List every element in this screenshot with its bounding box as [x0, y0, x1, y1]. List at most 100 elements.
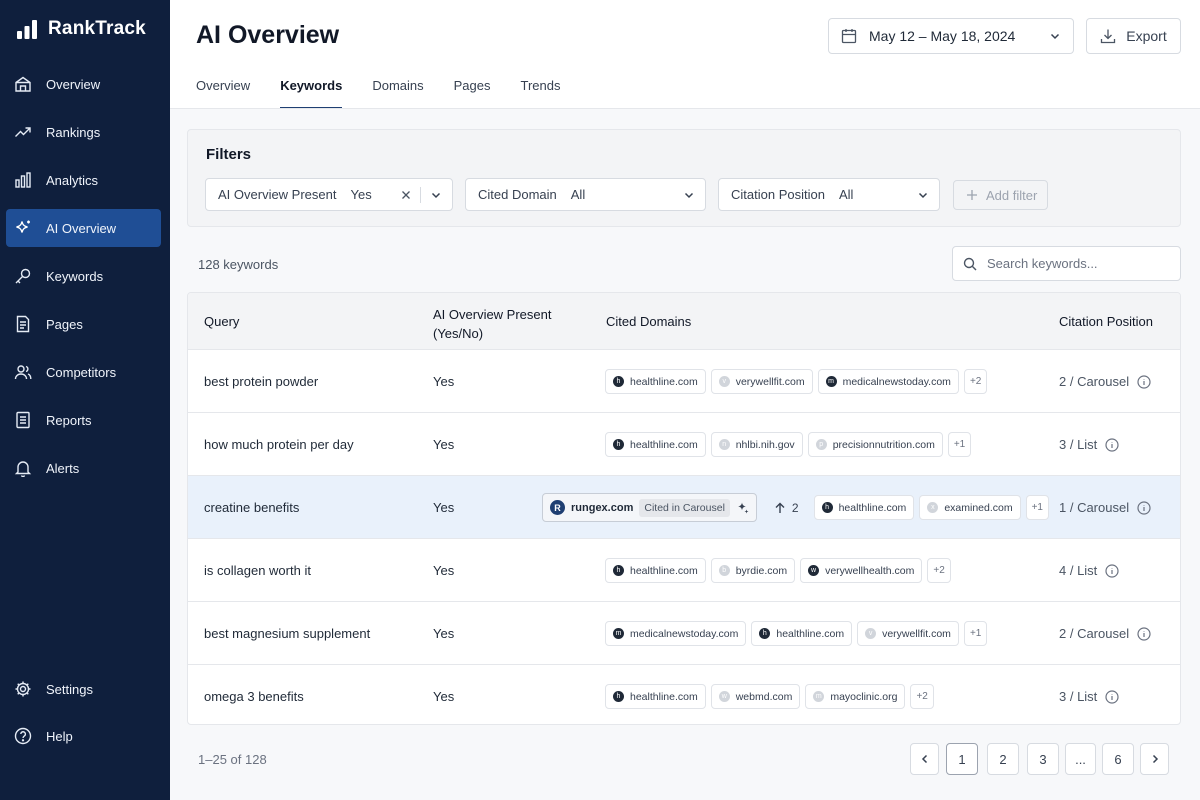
domain-name: healthline.com — [776, 627, 845, 640]
column-header-citation-position[interactable]: Citation Position — [1059, 314, 1153, 329]
domain-name: examined.com — [944, 501, 1013, 514]
page-ellipsis: ... — [1065, 743, 1096, 775]
present-cell: Yes — [433, 563, 455, 578]
favicon-icon: p — [815, 439, 827, 450]
filter-ai-overview-present[interactable]: AI Overview Present Yes — [205, 178, 453, 211]
filter-citation-position[interactable]: Citation Position All — [718, 178, 940, 211]
table-row[interactable]: is collagen worth it Yes h healthline.com… — [188, 539, 1180, 602]
page-button[interactable]: 6 — [1102, 743, 1134, 775]
domain-name: medicalnewstoday.com — [630, 627, 739, 640]
keyword-count: 128 keywords — [198, 257, 279, 272]
more-domains-chip[interactable]: +1 — [963, 621, 988, 646]
citation-position: 1 / Carousel — [1059, 500, 1151, 515]
domain-name: verywellfit.com — [882, 627, 951, 640]
sparkle-icon — [16, 220, 30, 233]
sidebar-item-analytics[interactable]: Analytics — [6, 161, 161, 199]
info-icon[interactable] — [1137, 626, 1151, 641]
sidebar-item-label: Help — [46, 728, 73, 744]
table-row[interactable]: best magnesium supplement Yes m medicalne… — [188, 602, 1180, 665]
info-icon[interactable] — [1137, 374, 1151, 389]
position-value: 3 / List — [1059, 437, 1098, 452]
domain-chip[interactable]: m mayoclinic.org — [805, 684, 906, 709]
domain-chip[interactable]: h healthline.com — [813, 495, 915, 520]
cited-domains: h healthline.com w webmd.com m mayoclinic.o… — [605, 684, 934, 709]
next-page-button[interactable] — [1140, 743, 1169, 775]
domain-chip[interactable]: n nhlbi.nih.gov — [710, 432, 803, 457]
domain-chip[interactable]: w verywellhealth.com — [800, 558, 923, 583]
brand[interactable]: RankTrack — [16, 18, 146, 40]
sidebar-item-reports[interactable]: Reports — [6, 401, 161, 439]
date-range-picker[interactable]: May 12 – May 18, 2024 — [828, 18, 1074, 54]
table-row[interactable]: omega 3 benefits Yes h healthline.com w we… — [188, 665, 1180, 724]
prev-page-button[interactable] — [910, 743, 939, 775]
filter-divider — [420, 187, 421, 203]
key-icon — [15, 268, 31, 284]
domain-chip[interactable]: h healthline.com — [605, 558, 706, 583]
domain-chip[interactable]: w webmd.com — [710, 684, 801, 709]
domain-chip[interactable]: h healthline.com — [605, 432, 706, 457]
add-filter-button[interactable]: Add filter — [953, 180, 1048, 210]
table-row-highlighted[interactable]: creatine benefits Yes R rungex.com Cited… — [188, 476, 1180, 539]
favicon-icon: h — [613, 376, 624, 387]
more-domains-chip[interactable]: +2 — [927, 558, 951, 583]
info-icon[interactable] — [1105, 563, 1119, 578]
tab-domains[interactable]: Domains — [372, 76, 423, 109]
domain-chip[interactable]: h healthline.com — [605, 369, 706, 394]
domain-chip[interactable]: b byrdie.com — [710, 558, 796, 583]
keywords-table: Query AI Overview Present (Yes/No) Cited… — [187, 292, 1181, 725]
plus-icon — [967, 190, 977, 200]
domain-chip[interactable]: x examined.com — [919, 495, 1021, 520]
sidebar-item-alerts[interactable]: Alerts — [6, 449, 161, 487]
more-domains-chip[interactable]: +2 — [910, 684, 934, 709]
domain-chip[interactable]: m medicalnewstoday.com — [605, 621, 747, 646]
tab-pages[interactable]: Pages — [454, 76, 491, 109]
domain-chip[interactable]: m medicalnewstoday.com — [817, 369, 959, 394]
domain-chip[interactable]: v verywellfit.com — [857, 621, 959, 646]
domain-chip[interactable]: h healthline.com — [751, 621, 853, 646]
sidebar-item-settings[interactable]: Settings — [6, 670, 161, 708]
sidebar-item-keywords[interactable]: Keywords — [6, 257, 161, 295]
more-domains-chip[interactable]: +1 — [947, 432, 972, 457]
sidebar-item-ai-overview[interactable]: AI Overview — [6, 209, 161, 247]
sidebar-item-label: Alerts — [46, 460, 80, 476]
query-cell: omega 3 benefits — [204, 689, 304, 704]
chevron-down-icon — [918, 192, 928, 199]
favicon-icon: h — [613, 691, 624, 702]
page-button[interactable]: 1 — [946, 743, 978, 775]
column-header-cited-domains[interactable]: Cited Domains — [606, 314, 691, 329]
domain-chip[interactable]: p precisionnutrition.com — [807, 432, 943, 457]
sidebar-item-pages[interactable]: Pages — [6, 305, 161, 343]
filter-label: AI Overview Present — [218, 187, 337, 202]
more-domains-chip[interactable]: +2 — [963, 369, 988, 394]
page-button[interactable]: 3 — [1027, 743, 1059, 775]
info-icon[interactable] — [1105, 689, 1119, 704]
table-row[interactable]: how much protein per day Yes h healthline… — [188, 413, 1180, 476]
tab-trends[interactable]: Trends — [521, 76, 561, 109]
info-icon[interactable] — [1105, 437, 1119, 452]
page-button[interactable]: 2 — [987, 743, 1019, 775]
present-cell: Yes — [433, 689, 455, 704]
own-domain-chip[interactable]: R rungex.com Cited in Carousel — [542, 493, 757, 522]
sidebar-item-rankings[interactable]: Rankings — [6, 113, 161, 151]
column-header-ai-overview-present[interactable]: AI Overview Present (Yes/No) — [433, 305, 552, 343]
sidebar-item-competitors[interactable]: Competitors — [6, 353, 161, 391]
domain-name: precisionnutrition.com — [832, 438, 935, 451]
export-button[interactable]: Export — [1086, 18, 1181, 54]
filter-cited-domain[interactable]: Cited Domain All — [465, 178, 706, 211]
sidebar-item-overview[interactable]: Overview — [6, 65, 161, 103]
close-icon[interactable] — [400, 189, 412, 201]
query-cell: how much protein per day — [204, 437, 354, 452]
present-cell: Yes — [433, 374, 455, 389]
domain-chip[interactable]: v verywellfit.com — [710, 369, 813, 394]
favicon-icon: m — [825, 376, 837, 387]
info-icon[interactable] — [1137, 500, 1151, 515]
tab-keywords[interactable]: Keywords — [280, 76, 343, 109]
tab-overview[interactable]: Overview — [196, 76, 250, 109]
column-header-query[interactable]: Query — [204, 314, 239, 329]
sidebar-item-help[interactable]: Help — [6, 717, 161, 755]
table-row[interactable]: best protein powder Yes h healthline.com … — [188, 350, 1180, 413]
search-input[interactable] — [987, 256, 1167, 271]
domain-chip[interactable]: h healthline.com — [605, 684, 706, 709]
more-domains-chip[interactable]: +1 — [1025, 495, 1049, 520]
sidebar: RankTrack Overview Rankings Analytics AI… — [0, 0, 170, 800]
